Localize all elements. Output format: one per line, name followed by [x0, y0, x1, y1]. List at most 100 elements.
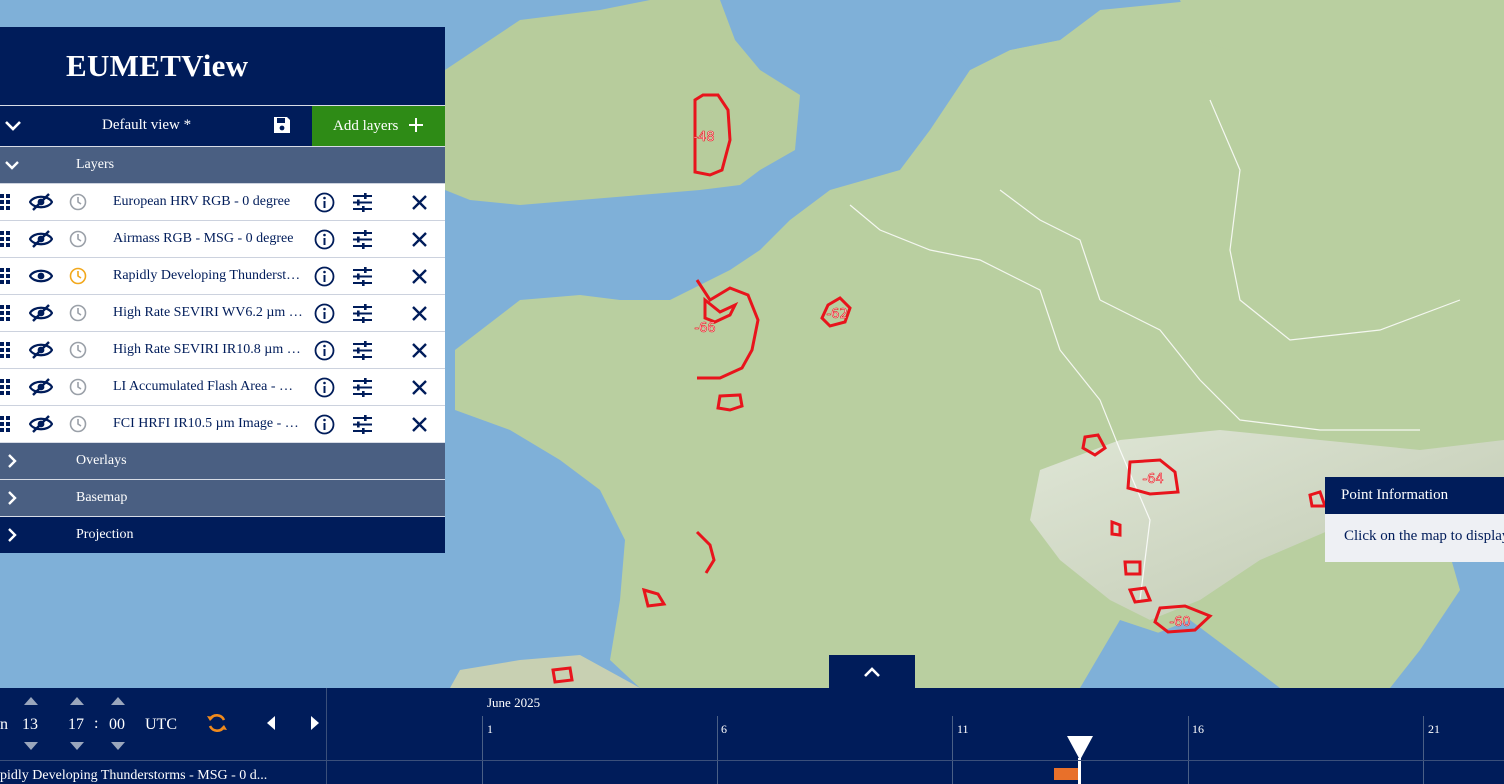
layer-row[interactable]: FCI HRFI IR10.5 µm Image - MTG - 0 degre…: [0, 405, 445, 442]
time-bar: n 13 17 : 00 UTC June 2025 1 6 11 16 21 …: [0, 688, 1504, 784]
clock-icon[interactable]: [69, 415, 87, 433]
timeline-tick-label: 6: [721, 722, 727, 736]
timeline-tick-label: 1: [487, 722, 493, 736]
eye-off-icon[interactable]: [29, 340, 53, 360]
step-forward-icon[interactable]: [308, 715, 322, 731]
clock-icon[interactable]: [69, 378, 87, 396]
hour-decrement-button[interactable]: [70, 742, 84, 750]
info-icon[interactable]: [314, 340, 335, 361]
view-name[interactable]: Default view *: [102, 117, 191, 134]
info-icon[interactable]: [314, 303, 335, 324]
drag-handle-icon[interactable]: [0, 231, 10, 247]
day-value[interactable]: 13: [22, 716, 38, 734]
section-label: Projection: [76, 527, 134, 542]
chevron-down-icon[interactable]: [3, 156, 21, 174]
refresh-icon[interactable]: [205, 711, 229, 735]
minute-decrement-button[interactable]: [111, 742, 125, 750]
chevron-right-icon[interactable]: [3, 526, 21, 544]
chevron-right-icon[interactable]: [3, 452, 21, 470]
layer-row[interactable]: Airmass RGB - MSG - 0 degree: [0, 220, 445, 257]
close-icon[interactable]: [411, 268, 428, 285]
info-icon[interactable]: [314, 192, 335, 213]
timeline-tick: [717, 716, 718, 784]
clock-icon[interactable]: [69, 341, 87, 359]
drag-handle-icon[interactable]: [0, 194, 10, 210]
eye-off-icon[interactable]: [29, 414, 53, 434]
timeline[interactable]: June 2025 1 6 11 16 21: [326, 688, 1504, 784]
point-information-body: Click on the map to display: [1325, 514, 1504, 562]
step-back-icon[interactable]: [264, 715, 278, 731]
clock-icon[interactable]: [69, 230, 87, 248]
eye-off-icon[interactable]: [29, 229, 53, 249]
clock-icon[interactable]: [69, 193, 87, 211]
day-increment-button[interactable]: [24, 697, 38, 705]
close-icon[interactable]: [411, 416, 428, 433]
eye-off-icon[interactable]: [29, 377, 53, 397]
active-layer-label: pidly Developing Thunderstorms - MSG - 0…: [0, 768, 268, 783]
hour-increment-button[interactable]: [70, 697, 84, 705]
section-layers[interactable]: Layers: [0, 146, 445, 183]
settings-sliders-icon[interactable]: [352, 192, 373, 213]
settings-sliders-icon[interactable]: [352, 303, 373, 324]
drag-handle-icon[interactable]: [0, 305, 10, 321]
drag-handle-icon[interactable]: [0, 416, 10, 432]
storm-label: -60: [1169, 615, 1190, 630]
layer-row[interactable]: Rapidly Developing Thunderstorms - MSG -…: [0, 257, 445, 294]
point-information-panel: Point Information Click on the map to di…: [1325, 477, 1504, 562]
clock-icon[interactable]: [69, 304, 87, 322]
eye-icon[interactable]: [29, 266, 53, 286]
close-icon[interactable]: [411, 305, 428, 322]
settings-sliders-icon[interactable]: [352, 229, 373, 250]
clock-icon[interactable]: [69, 267, 87, 285]
minute-value[interactable]: 00: [109, 716, 125, 734]
layer-name: High Rate SEVIRI IR10.8 µm Image - 0 deg…: [113, 342, 303, 357]
settings-sliders-icon[interactable]: [352, 414, 373, 435]
time-cursor-marker[interactable]: [1065, 734, 1095, 784]
layer-row[interactable]: LI Accumulated Flash Area - MTG - 0 degr…: [0, 368, 445, 405]
day-decrement-button[interactable]: [24, 742, 38, 750]
info-icon[interactable]: [314, 377, 335, 398]
close-icon[interactable]: [411, 231, 428, 248]
timeline-tick: [482, 716, 483, 784]
timezone-label: UTC: [145, 716, 177, 733]
eye-off-icon[interactable]: [29, 192, 53, 212]
timeline-toggle-button[interactable]: [829, 655, 915, 688]
layer-name: High Rate SEVIRI WV6.2 µm Image - 0 degr…: [113, 305, 303, 320]
plus-icon: [409, 118, 423, 132]
view-selector[interactable]: Default view * Add layers: [0, 105, 445, 146]
layer-row[interactable]: High Rate SEVIRI IR10.8 µm Image - 0 deg…: [0, 331, 445, 368]
close-icon[interactable]: [411, 194, 428, 211]
save-icon[interactable]: [273, 116, 291, 134]
drag-handle-icon[interactable]: [0, 379, 10, 395]
drag-handle-icon[interactable]: [0, 342, 10, 358]
storm-label: -64: [1142, 472, 1163, 487]
layer-list: European HRV RGB - 0 degree Airmass RGB -…: [0, 183, 445, 442]
settings-sliders-icon[interactable]: [352, 340, 373, 361]
app-title: EUMETView: [66, 48, 249, 83]
layer-row[interactable]: European HRV RGB - 0 degree: [0, 183, 445, 220]
section-projection[interactable]: Projection: [0, 516, 445, 553]
timeline-tick: [1423, 716, 1424, 784]
settings-sliders-icon[interactable]: [352, 377, 373, 398]
info-icon[interactable]: [314, 266, 335, 287]
minute-increment-button[interactable]: [111, 697, 125, 705]
add-layers-button[interactable]: Add layers: [312, 106, 445, 146]
close-icon[interactable]: [411, 379, 428, 396]
chevron-down-icon[interactable]: [3, 116, 23, 136]
point-information-title[interactable]: Point Information: [1325, 477, 1504, 514]
chevron-right-icon[interactable]: [3, 489, 21, 507]
section-overlays[interactable]: Overlays: [0, 442, 445, 479]
section-label: Layers: [76, 157, 115, 172]
settings-sliders-icon[interactable]: [352, 266, 373, 287]
hour-value[interactable]: 17: [68, 716, 84, 734]
layer-row[interactable]: High Rate SEVIRI WV6.2 µm Image - 0 degr…: [0, 294, 445, 331]
drag-handle-icon[interactable]: [0, 268, 10, 284]
eye-off-icon[interactable]: [29, 303, 53, 323]
timeline-tick-label: 21: [1428, 722, 1440, 736]
info-icon[interactable]: [314, 414, 335, 435]
app-header: EUMETView: [0, 27, 445, 105]
section-basemap[interactable]: Basemap: [0, 479, 445, 516]
close-icon[interactable]: [411, 342, 428, 359]
info-icon[interactable]: [314, 229, 335, 250]
section-label: Overlays: [76, 453, 127, 468]
